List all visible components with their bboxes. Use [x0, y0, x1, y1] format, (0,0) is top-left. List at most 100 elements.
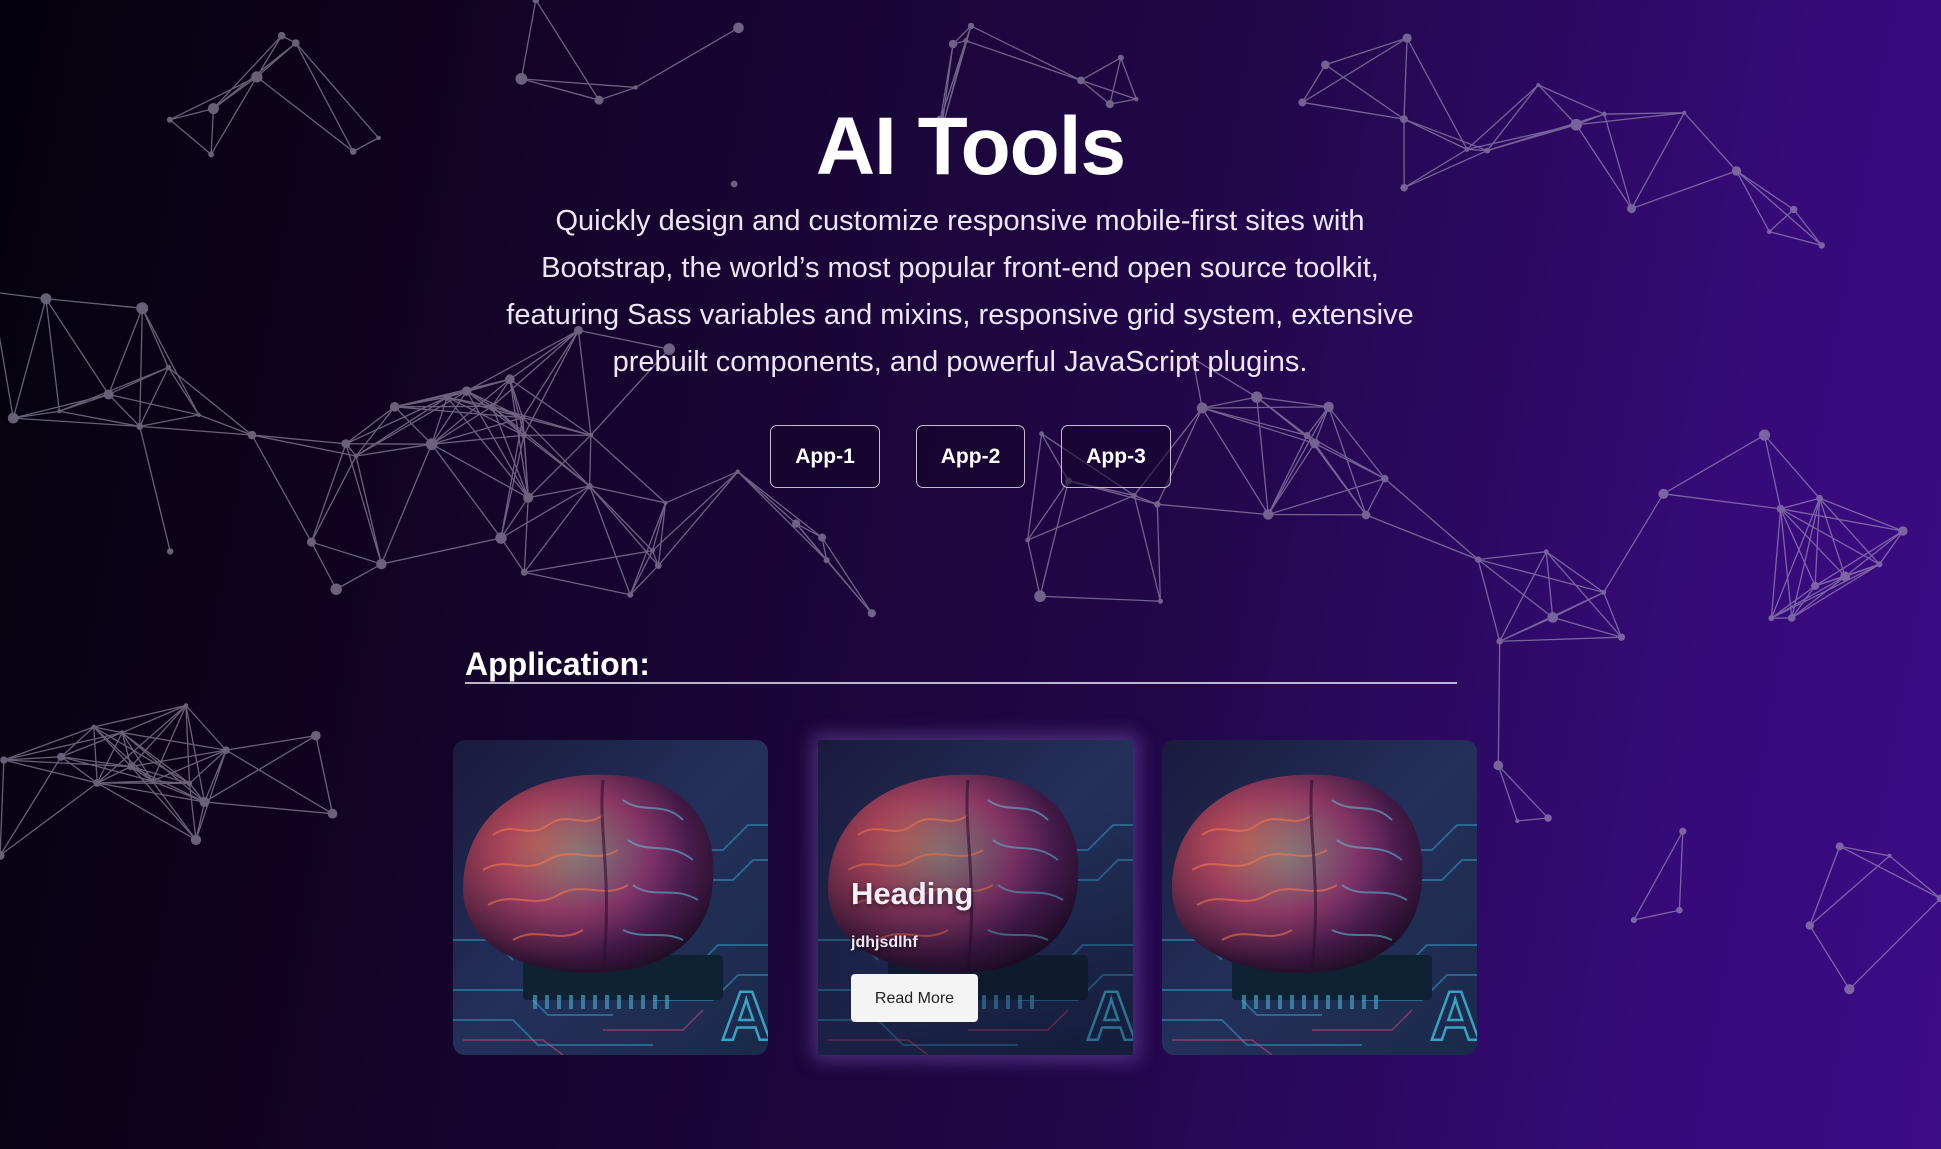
network-node — [1658, 488, 1669, 499]
page-title: AI Tools — [815, 101, 1126, 192]
network-node — [1617, 633, 1626, 641]
network-line — [1770, 508, 1782, 619]
network-node — [1766, 229, 1772, 235]
brain-chip-image — [453, 740, 768, 1055]
app-3-button[interactable]: App-3 — [1061, 425, 1171, 488]
network-line — [1844, 530, 1904, 577]
network-line — [1497, 765, 1518, 822]
network-line — [1809, 925, 1850, 990]
network-line — [524, 550, 653, 573]
network-line — [381, 537, 502, 565]
network-line — [1878, 530, 1904, 565]
network-node — [1787, 614, 1796, 622]
network-node — [1835, 842, 1844, 851]
network-line — [1384, 478, 1479, 561]
network-line — [1477, 559, 1554, 618]
app-1-button[interactable]: App-1 — [770, 425, 880, 488]
network-node — [1805, 921, 1814, 930]
network-line — [1545, 551, 1605, 593]
network-node — [196, 412, 201, 417]
network-node — [376, 558, 387, 570]
network-node — [1025, 537, 1030, 543]
network-node — [1776, 504, 1785, 513]
network-node — [1321, 60, 1330, 70]
network-node — [1154, 501, 1161, 508]
network-line — [1780, 497, 1820, 510]
network-line — [141, 307, 169, 368]
read-more-button[interactable]: Read More — [851, 974, 978, 1022]
network-line — [1603, 493, 1665, 593]
network-node — [40, 293, 52, 305]
network-line — [1040, 595, 1161, 602]
network-line — [60, 726, 95, 758]
card-text: jdhjsdlhf — [851, 934, 918, 951]
network-line — [1793, 209, 1823, 246]
network-line — [1848, 897, 1941, 990]
network-node — [1676, 906, 1683, 914]
network-line — [629, 565, 659, 596]
network-node — [1818, 242, 1825, 249]
app-button-group: App-1 App-2 App-3 — [0, 425, 1941, 488]
network-line — [3, 726, 94, 761]
network-line — [139, 308, 143, 427]
network-line — [1365, 514, 1479, 561]
network-line — [1156, 504, 1162, 602]
network-line — [589, 485, 631, 596]
network-node — [277, 31, 286, 40]
network-line — [1814, 498, 1821, 586]
network-node — [443, 393, 451, 401]
network-node — [0, 756, 8, 764]
network-node — [311, 730, 321, 741]
app-2-button[interactable]: App-2 — [915, 425, 1026, 488]
network-line — [1809, 846, 1841, 926]
network-node — [655, 562, 662, 569]
network-node — [1496, 637, 1503, 645]
network-line — [256, 35, 283, 78]
network-line — [524, 571, 631, 596]
network-node — [649, 548, 655, 554]
network-node — [1547, 612, 1559, 623]
application-card-3[interactable] — [1162, 740, 1477, 1055]
network-line — [1889, 855, 1941, 899]
network-node — [1117, 54, 1124, 61]
network-node — [948, 39, 958, 49]
network-node — [91, 724, 97, 730]
network-line — [335, 563, 382, 590]
network-node — [186, 780, 193, 787]
network-line — [45, 298, 143, 309]
network-node — [7, 412, 19, 424]
network-node — [165, 364, 172, 371]
network-line — [96, 732, 123, 784]
network-line — [93, 704, 187, 728]
network-node — [520, 568, 528, 576]
network-node — [1536, 82, 1541, 87]
network-node — [103, 389, 114, 400]
network-node — [292, 39, 300, 47]
network-line — [1027, 539, 1041, 597]
network-node — [127, 762, 135, 771]
network-line — [93, 726, 98, 784]
application-section-heading: Application: — [465, 646, 1457, 684]
network-line — [1552, 616, 1622, 638]
network-node — [1811, 581, 1820, 591]
network-node — [1630, 916, 1637, 924]
network-line — [523, 485, 591, 573]
network-line — [1497, 765, 1549, 819]
application-card-1[interactable] — [453, 740, 768, 1055]
network-line — [0, 336, 14, 419]
application-card-2[interactable]: Heading jdhjsdlhf Read More — [818, 740, 1133, 1055]
network-line — [1545, 551, 1554, 618]
network-line — [1080, 57, 1122, 81]
network-line — [1477, 559, 1501, 642]
network-line — [500, 537, 525, 573]
network-line — [589, 485, 653, 552]
network-line — [1633, 830, 1684, 921]
network-node — [1544, 814, 1552, 822]
network-line — [629, 550, 654, 596]
network-node — [792, 519, 801, 528]
network-node — [1816, 494, 1824, 502]
network-node — [1251, 391, 1263, 403]
network-node — [733, 22, 744, 34]
network-node — [823, 557, 830, 564]
network-node — [1361, 510, 1371, 520]
